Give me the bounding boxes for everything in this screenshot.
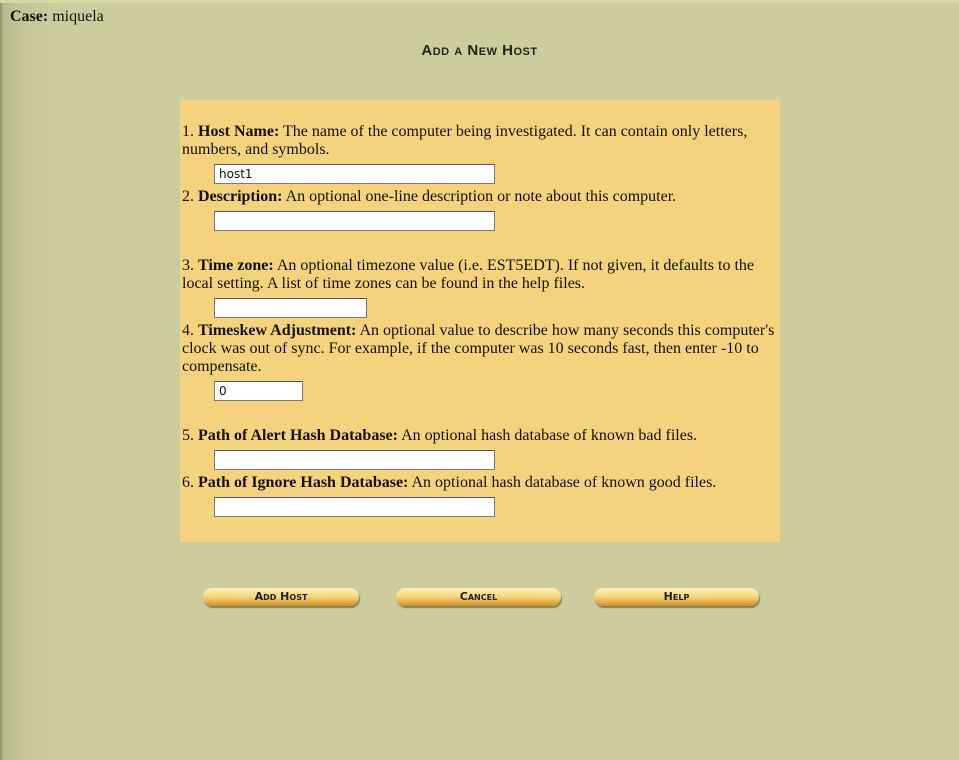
add-host-button[interactable]: Add Host bbox=[203, 588, 359, 606]
case-label: Case: bbox=[10, 8, 49, 25]
field-label: Host Name: bbox=[198, 123, 280, 140]
host-form-panel: 1. Host Name: The name of the computer b… bbox=[180, 100, 780, 542]
field-description: An optional hash database of known bad f… bbox=[401, 427, 698, 444]
left-edge-shading bbox=[0, 0, 60, 760]
field-number: 4. bbox=[182, 322, 194, 339]
timeskew-input[interactable] bbox=[214, 381, 303, 401]
field-time-zone-text: 3. Time zone: An optional timezone value… bbox=[182, 257, 776, 293]
field-description: An optional hash database of known good … bbox=[411, 474, 717, 491]
field-alert-hash-text: 5. Path of Alert Hash Database: An optio… bbox=[182, 427, 776, 445]
field-label: Path of Alert Hash Database: bbox=[198, 427, 398, 444]
field-host-name-text: 1. Host Name: The name of the computer b… bbox=[182, 123, 776, 159]
top-band bbox=[0, 0, 959, 3]
field-label: Time zone: bbox=[198, 257, 274, 274]
field-timeskew-text: 4. Timeskew Adjustment: An optional valu… bbox=[182, 322, 776, 376]
case-indicator: Case: miquela bbox=[10, 8, 104, 26]
field-number: 2. bbox=[182, 188, 194, 205]
field-description-text: 2. Description: An optional one-line des… bbox=[182, 188, 776, 206]
field-number: 1. bbox=[182, 123, 194, 140]
field-description: An optional one-line description or note… bbox=[285, 188, 677, 205]
field-ignore-hash-text: 6. Path of Ignore Hash Database: An opti… bbox=[182, 474, 776, 492]
field-number: 3. bbox=[182, 257, 194, 274]
host-name-input[interactable] bbox=[214, 164, 495, 184]
field-number: 5. bbox=[182, 427, 194, 444]
field-label: Timeskew Adjustment: bbox=[198, 322, 357, 339]
ignore-hash-db-input[interactable] bbox=[214, 497, 495, 517]
field-number: 6. bbox=[182, 474, 194, 491]
description-input[interactable] bbox=[214, 211, 495, 231]
page-title: Add a New Host bbox=[421, 42, 538, 59]
alert-hash-db-input[interactable] bbox=[214, 450, 495, 470]
cancel-button[interactable]: Cancel bbox=[396, 588, 561, 606]
time-zone-input[interactable] bbox=[214, 298, 367, 318]
field-label: Description: bbox=[198, 188, 283, 205]
case-name: miquela bbox=[52, 8, 104, 25]
field-label: Path of Ignore Hash Database: bbox=[198, 474, 409, 491]
help-button[interactable]: Help bbox=[594, 588, 759, 606]
